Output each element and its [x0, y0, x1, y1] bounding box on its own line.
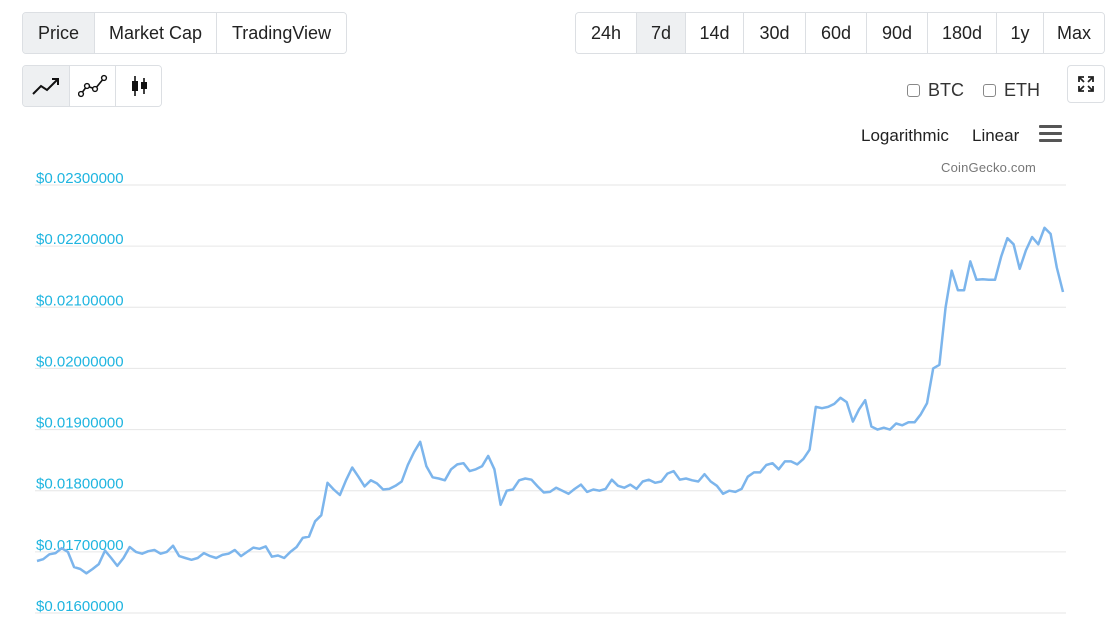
price-chart: $0.01600000 $0.01700000 $0.01800000 $0.0190…	[35, 170, 1066, 615]
y-tick-label: $0.02200000	[36, 231, 124, 248]
price-series-line	[36, 226, 1065, 575]
y-tick-label: $0.01900000	[36, 415, 124, 432]
y-tick-label: $0.02300000	[36, 170, 124, 187]
y-tick-label: $0.02100000	[36, 292, 124, 309]
y-tick-label: $0.01600000	[36, 598, 124, 615]
y-tick-label: $0.02000000	[36, 353, 124, 370]
y-tick-label: $0.01700000	[36, 537, 124, 554]
y-tick-label: $0.01800000	[36, 476, 124, 493]
